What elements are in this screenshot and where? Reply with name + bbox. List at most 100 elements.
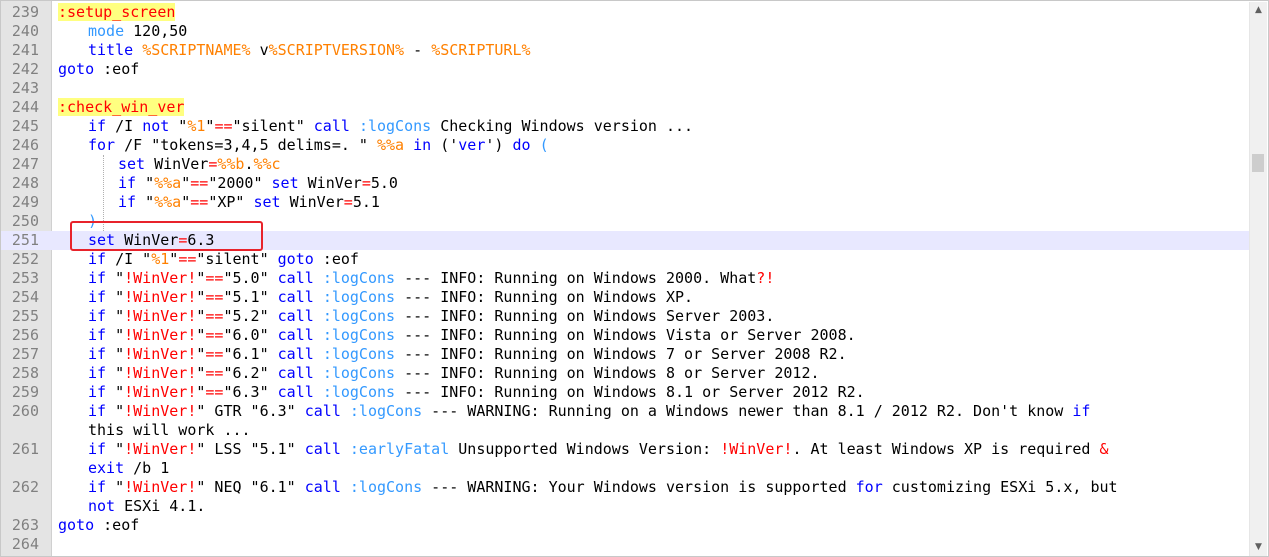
code-token: == [205,345,224,363]
code-text: :setup_screen [58,3,176,22]
code-line-262[interactable]: 262 if "!WinVer!" NEQ "6.1" call :logCons… [1,478,1251,497]
line-number: 248 [11,174,39,192]
code-token: set [271,174,299,192]
code-token: for [88,136,116,154]
code-line-260[interactable]: 260 if "!WinVer!" GTR "6.3" call :logCons… [1,402,1251,421]
code-token: goto [58,60,95,78]
code-token: if [88,117,107,135]
line-number: 242 [11,60,39,78]
code-token: " [106,345,125,363]
code-line-247[interactable]: 247 set WinVer=%%b.%%c [1,155,1251,174]
code-line-264[interactable]: 264 [1,535,1251,554]
code-token: == [178,250,197,268]
code-token: == [205,288,224,306]
scroll-thumb[interactable] [1252,154,1264,172]
code-token: if [88,478,107,496]
code-lines[interactable]: 239:setup_screen 240 mode 120,50 241 title %… [1,3,1251,554]
code-line-254[interactable]: 254 if "!WinVer!"=="5.1" call :logCons --… [1,288,1251,307]
line-number: 251 [11,231,39,249]
code-token: !WinVer! [124,345,197,363]
line-number: 262 [11,478,39,496]
code-token: for [855,478,883,496]
code-token: mode [88,22,125,40]
code-text: if "!WinVer!" GTR "6.3" call :logCons --… [58,402,1090,421]
code-line-240[interactable]: 240 mode 120,50 [1,22,1251,41]
code-token: !WinVer! [124,402,197,420]
code-token: call [304,478,341,496]
code-line-253[interactable]: 253 if "!WinVer!"=="5.0" call :logCons --… [1,269,1251,288]
code-line-243[interactable]: 243 [1,79,1251,98]
code-token: == [205,383,224,401]
code-line-248[interactable]: 248 if "%%a"=="2000" set WinVer=5.0 [1,174,1251,193]
code-line-252[interactable]: 252 if /I "%1"=="silent" goto :eof [1,250,1251,269]
code-line-241[interactable]: 241 title %SCRIPTNAME% v%SCRIPTVERSION% -… [1,41,1251,60]
code-token: if [88,288,107,306]
code-line-255[interactable]: 255 if "!WinVer!"=="5.2" call :logCons --… [1,307,1251,326]
vertical-scrollbar[interactable]: ▲ ▼ [1249,2,1267,556]
line-number: 245 [11,117,39,135]
scroll-up-icon[interactable]: ▲ [1250,2,1267,19]
code-line-261[interactable]: 261 if "!WinVer!" LSS "5.1" call :earlyFa… [1,440,1251,459]
code-token: if [88,440,107,458]
code-line-257[interactable]: 257 if "!WinVer!"=="6.1" call :logCons --… [1,345,1251,364]
code-token: "6.2" [223,364,278,382]
code-line-245[interactable]: 245 if /I not "%1"=="silent" call :logCon… [1,117,1251,136]
code-token: call [277,383,314,401]
code-token: call [277,307,314,325]
code-token: "6.1" [223,345,278,363]
code-line-249[interactable]: 249 if "%%a"=="XP" set WinVer=5.1 [1,193,1251,212]
code-line-246[interactable]: 246 for /F "tokens=3,4,5 delims=. " %%a i… [1,136,1251,155]
code-token: "XP" [208,193,254,211]
code-token: == [205,307,224,325]
code-text: if "!WinVer!"=="5.1" call :logCons --- I… [58,288,693,307]
code-token: goto [277,250,314,268]
code-token: if [88,364,107,382]
code-text: this will work ... [58,421,251,440]
code-token: "2000" [208,174,272,192]
code-token: v [250,41,269,59]
code-text: if "!WinVer!" NEQ "6.1" call :logCons --… [58,478,1118,497]
code-token: = [208,155,218,173]
code-line-244[interactable]: 244:check_win_ver [1,98,1251,117]
code-text: for /F "tokens=3,4,5 delims=. " %%a in (… [58,136,549,155]
code-token: " [106,269,125,287]
code-token: !WinVer! [124,364,197,382]
code-line-wrap[interactable]: exit /b 1 [1,459,1251,478]
code-line-259[interactable]: 259 if "!WinVer!"=="6.3" call :logCons --… [1,383,1251,402]
code-token: "6.3" [223,383,278,401]
code-token: " [181,174,191,192]
code-line-256[interactable]: 256 if "!WinVer!"=="6.0" call :logCons --… [1,326,1251,345]
code-token: --- INFO: Running on Windows 8 or Server… [395,364,820,382]
line-number: 246 [11,136,39,154]
code-token: WinVer [280,193,344,211]
code-token: Checking Windows version ... [431,117,694,135]
code-line-wrap[interactable]: this will work ... [1,421,1251,440]
code-editor[interactable]: 239:setup_screen 240 mode 120,50 241 title %… [0,0,1269,557]
code-line-242[interactable]: 242 goto :eof [1,60,1251,79]
code-text: if "!WinVer!"=="6.1" call :logCons --- I… [58,345,847,364]
code-line-wrap[interactable]: not ESXi 4.1. [1,497,1251,516]
code-line-239[interactable]: 239:setup_screen [1,3,1251,22]
indent-guide [103,155,104,231]
code-text: if /I not "%1"=="silent" call :logCons C… [58,117,693,136]
code-token: :check_win_ver [58,98,185,116]
code-token: call [277,269,314,287]
line-number: 253 [11,269,39,287]
code-token: if [88,250,107,268]
code-line-258[interactable]: 258 if "!WinVer!"=="6.2" call :logCons --… [1,364,1251,383]
code-token: if [88,269,107,287]
code-token: :logCons [349,478,423,496]
scroll-down-icon[interactable]: ▼ [1250,539,1267,556]
code-token: Unsupported Windows Version: [449,440,721,458]
code-line-263[interactable]: 263 goto :eof [1,516,1251,535]
line-number: 250 [11,212,39,230]
code-token: " LSS "5.1" [196,440,305,458]
code-token: "5.0" [223,269,278,287]
line-number: 260 [11,402,39,420]
